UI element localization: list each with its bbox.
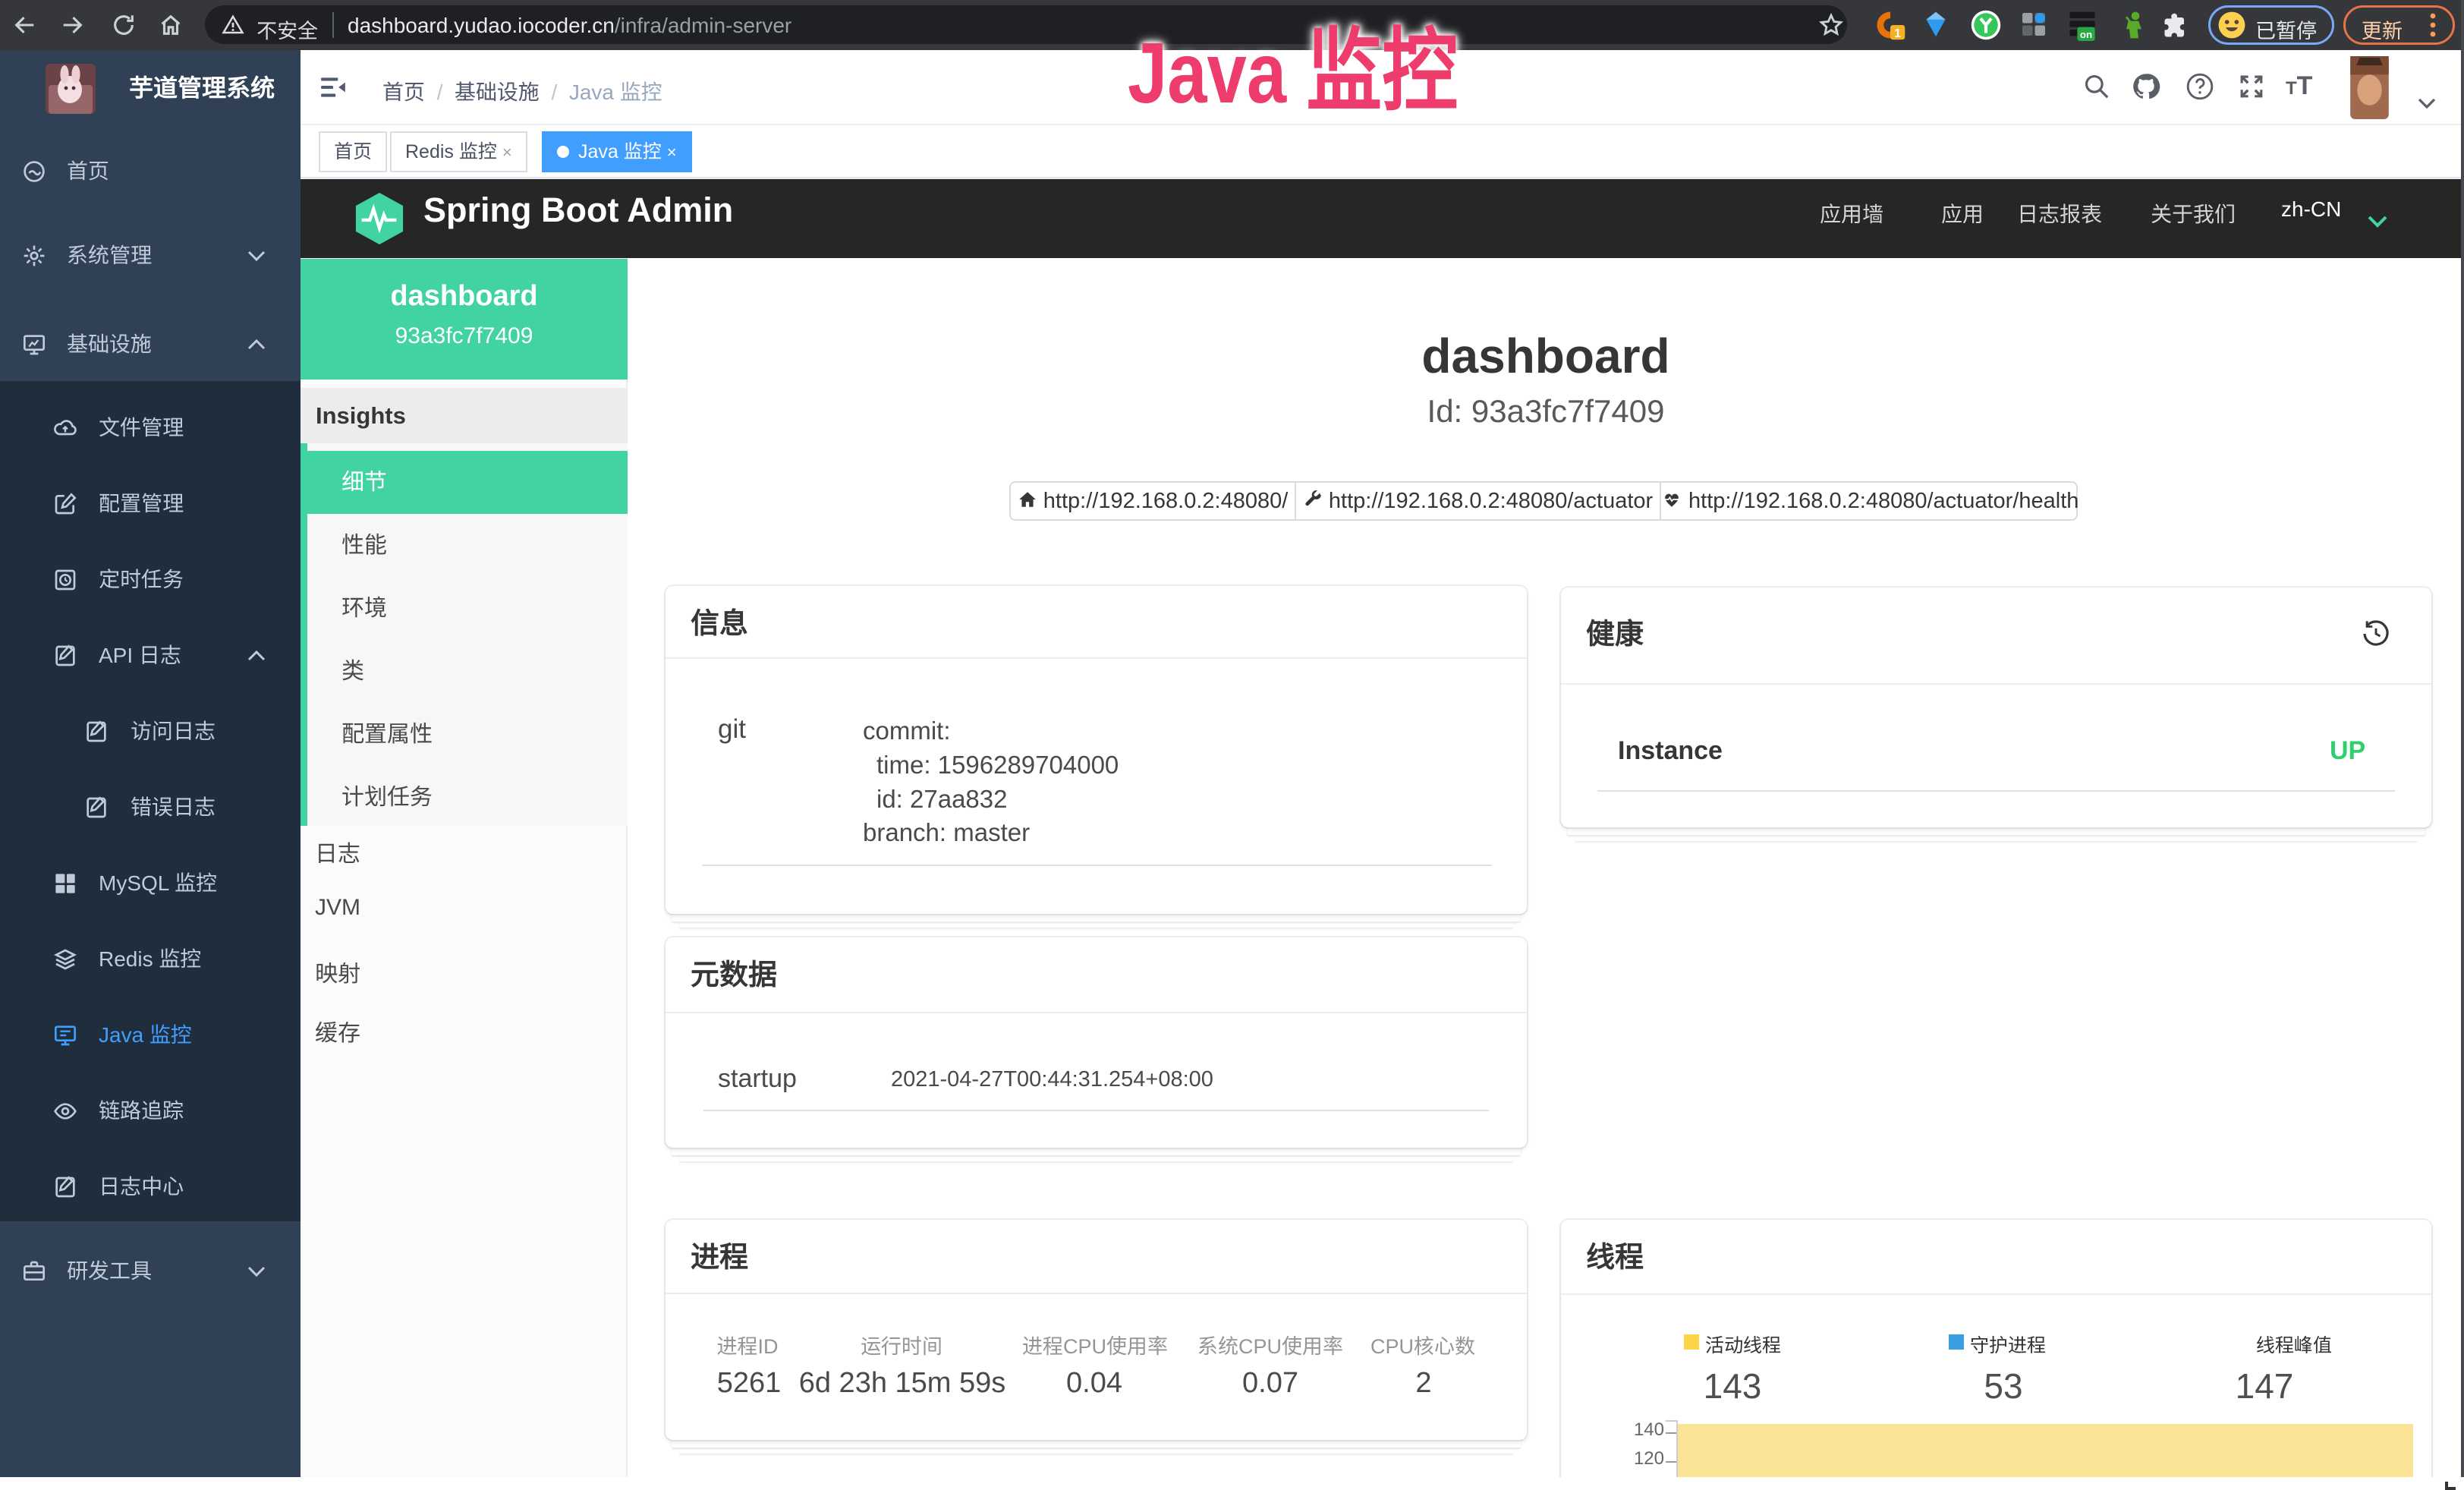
svg-text:on: on: [2080, 29, 2092, 40]
svg-text:1: 1: [1894, 27, 1901, 40]
